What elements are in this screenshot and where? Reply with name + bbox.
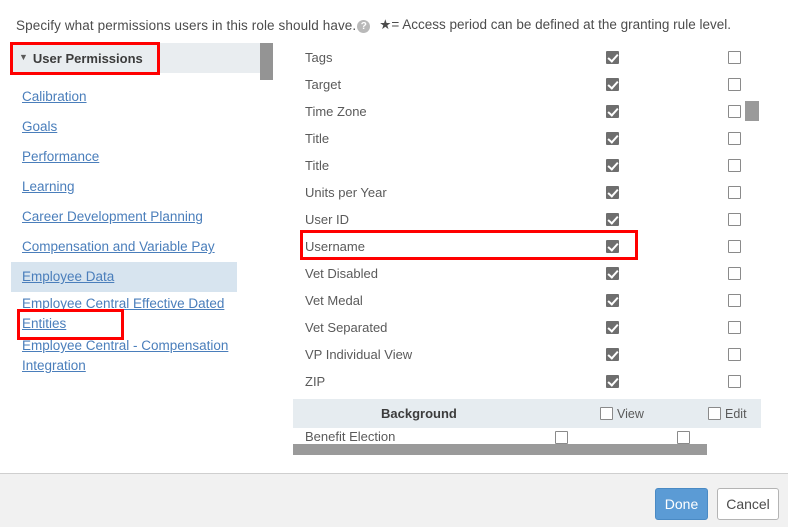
sidebar-link-label[interactable]: Employee Central - Compensation Integrat… [22,336,242,376]
sidebar-scrollbar-track[interactable] [260,43,273,463]
sidebar-item-career-development-planning[interactable]: Career Development Planning [11,202,273,232]
sidebar-link-label[interactable]: Learning [22,177,75,197]
edit-checkbox[interactable] [728,321,741,334]
permission-row[interactable]: ZIP [293,368,761,395]
sidebar-link-label[interactable]: Employee Central Effective Dated Entitie… [22,294,242,334]
permission-label: ZIP [305,374,325,389]
edit-checkbox[interactable] [728,294,741,307]
edit-checkbox[interactable] [728,348,741,361]
permission-label: Vet Disabled [305,266,378,281]
view-checkbox[interactable] [606,375,619,388]
permission-list-panel: Tags Target Time Zone Title Title Units … [293,44,761,446]
permission-row[interactable]: Vet Medal [293,287,761,314]
view-checkbox[interactable] [606,78,619,91]
cancel-button[interactable]: Cancel [717,488,779,520]
permission-label: Vet Medal [305,293,363,308]
permission-label: Units per Year [305,185,387,200]
view-checkbox[interactable] [606,51,619,64]
sidebar-header-label: User Permissions [33,51,143,66]
chevron-down-icon: ▼ [19,52,28,62]
permission-settings-dialog: Specify what permissions users in this r… [0,0,788,527]
view-checkbox[interactable] [606,240,619,253]
sidebar-link-label[interactable]: Career Development Planning [22,207,203,227]
view-checkbox[interactable] [606,132,619,145]
sidebar-item-list: Calibration Goals Performance Learning C… [11,82,273,376]
view-checkbox[interactable] [606,348,619,361]
sidebar-item-calibration[interactable]: Calibration [11,82,273,112]
permission-row[interactable]: Tags [293,44,761,71]
sidebar-header-user-permissions[interactable]: ▼ User Permissions [11,43,262,73]
section-view-checkbox[interactable] [600,407,613,420]
permission-label: VP Individual View [305,347,412,362]
edit-checkbox[interactable] [728,240,741,253]
sidebar-item-employee-data[interactable]: Employee Data [11,262,237,292]
edit-checkbox[interactable] [728,186,741,199]
permission-label: Target [305,77,341,92]
permission-row[interactable]: Vet Disabled [293,260,761,287]
permission-list-vertical-scrollbar-thumb[interactable] [745,101,759,121]
edit-checkbox[interactable] [728,159,741,172]
instruction-text: Specify what permissions users in this r… [16,18,356,33]
access-period-note: ★= Access period can be defined at the g… [379,17,731,33]
instruction-bar: Specify what permissions users in this r… [16,17,731,33]
section-edit-label: Edit [725,407,747,421]
edit-checkbox[interactable] [728,78,741,91]
section-edit-checkbox[interactable] [708,407,721,420]
sidebar-link-label[interactable]: Calibration [22,87,87,107]
view-checkbox[interactable] [555,431,568,444]
sidebar-item-employee-central-effective-dated-entities[interactable]: Employee Central Effective Dated Entitie… [11,292,273,334]
edit-checkbox[interactable] [677,431,690,444]
sidebar-link-label[interactable]: Performance [22,147,99,167]
view-checkbox[interactable] [606,186,619,199]
permission-row[interactable]: Vet Separated [293,314,761,341]
sidebar-item-goals[interactable]: Goals [11,112,273,142]
permission-category-sidebar: ▼ User Permissions Calibration Goals Per… [11,43,273,463]
edit-checkbox[interactable] [728,105,741,118]
permission-row[interactable]: Units per Year [293,179,761,206]
edit-checkbox[interactable] [728,375,741,388]
permission-row[interactable]: User ID [293,206,761,233]
view-checkbox[interactable] [606,159,619,172]
permission-row[interactable]: Target [293,71,761,98]
sidebar-link-label[interactable]: Compensation and Variable Pay [22,237,215,257]
view-checkbox[interactable] [606,213,619,226]
section-title: Background [381,406,457,421]
permission-row[interactable]: Title [293,152,761,179]
edit-checkbox[interactable] [728,213,741,226]
edit-checkbox[interactable] [728,267,741,280]
permission-row[interactable]: Time Zone [293,98,761,125]
permission-label: Tags [305,50,332,65]
dialog-footer: Done Cancel [0,473,788,527]
view-checkbox[interactable] [606,105,619,118]
edit-checkbox[interactable] [728,51,741,64]
view-checkbox[interactable] [606,294,619,307]
permission-label: Title [305,131,329,146]
sidebar-link-label[interactable]: Goals [22,117,57,137]
view-checkbox[interactable] [606,267,619,280]
sidebar-item-employee-central-compensation-integration[interactable]: Employee Central - Compensation Integrat… [11,334,273,376]
sidebar-item-compensation-and-variable-pay[interactable]: Compensation and Variable Pay [11,232,273,262]
permission-label: Username [305,239,365,254]
done-button[interactable]: Done [655,488,708,520]
permission-label: Time Zone [305,104,367,119]
permission-row[interactable]: VP Individual View [293,341,761,368]
edit-checkbox[interactable] [728,132,741,145]
section-view-label: View [617,407,644,421]
permission-row-username[interactable]: Username [293,233,761,260]
view-checkbox[interactable] [606,321,619,334]
sidebar-scrollbar-thumb[interactable] [260,43,273,80]
permission-label: Vet Separated [305,320,387,335]
permission-list-horizontal-scrollbar-thumb[interactable] [293,444,707,455]
sidebar-item-learning[interactable]: Learning [11,172,273,202]
sidebar-item-performance[interactable]: Performance [11,142,273,172]
permission-label: Title [305,158,329,173]
question-mark-circle-icon[interactable]: ? [357,20,370,33]
permission-row[interactable]: Title [293,125,761,152]
permission-label: User ID [305,212,349,227]
section-header-background: Background View Edit [293,399,761,428]
sidebar-link-label[interactable]: Employee Data [22,267,114,287]
permission-label: Benefit Election [305,429,395,444]
